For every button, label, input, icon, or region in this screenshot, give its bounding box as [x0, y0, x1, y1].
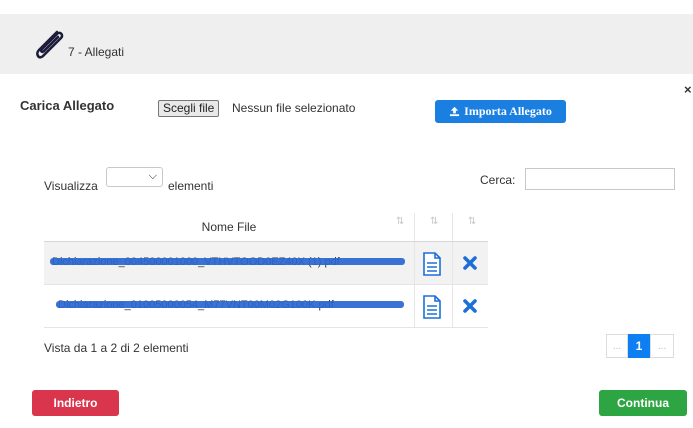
attachments-table: Nome File ⇅ ⇅ ⇅ Dichiarazione_0045000010… [44, 213, 488, 328]
show-entries-label: Visualizza [44, 179, 98, 193]
import-attachment-button[interactable]: Importa Allegato [435, 100, 566, 123]
upload-icon [450, 106, 460, 117]
pagination-page-1[interactable]: 1 [628, 334, 650, 358]
delete-icon[interactable] [462, 255, 478, 271]
column-divider [414, 242, 415, 284]
delete-icon[interactable] [462, 298, 478, 314]
close-icon[interactable]: × [684, 82, 692, 97]
choose-file-button[interactable]: Scegli file [158, 100, 220, 117]
pagination-previous[interactable]: ... [606, 334, 628, 358]
upload-label: Carica Allegato [20, 98, 115, 113]
back-button[interactable]: Indietro [32, 390, 119, 416]
sort-icon[interactable]: ⇅ [430, 216, 438, 227]
pagination: ... 1 ... [606, 334, 674, 358]
table-row: Dichiarazione_01005000054_M77VNT00M02G10… [44, 285, 488, 328]
redaction-bar [50, 258, 405, 265]
page-title: 7 - Allegati [68, 45, 125, 59]
sort-icon[interactable]: ⇅ [396, 216, 404, 227]
file-status-text: Nessun file selezionato [232, 101, 356, 115]
view-document-icon[interactable] [422, 252, 442, 276]
pagination-next[interactable]: ... [650, 334, 674, 358]
search-input[interactable] [525, 168, 675, 190]
modal-header [0, 14, 693, 74]
redaction-bar [56, 301, 404, 308]
entries-length-select[interactable]: ⌵ [106, 167, 163, 187]
column-divider [414, 285, 415, 327]
table-row: Dichiarazione_004500001000_VTHVTOOD0EZ40… [44, 242, 488, 285]
entries-suffix-label: elementi [168, 179, 214, 193]
paperclip-icon [36, 30, 64, 59]
table-header: Nome File ⇅ ⇅ ⇅ [44, 213, 488, 242]
column-divider [452, 285, 453, 327]
continue-button[interactable]: Continua [599, 390, 687, 416]
view-document-icon[interactable] [422, 295, 442, 319]
import-button-label: Importa Allegato [464, 104, 552, 118]
sort-icon[interactable]: ⇅ [468, 216, 476, 227]
search-label: Cerca: [480, 173, 516, 187]
chevron-down-icon: ⌵ [148, 170, 157, 182]
column-header-file-name[interactable]: Nome File [44, 213, 414, 241]
table-info-text: Vista da 1 a 2 di 2 elementi [44, 341, 189, 355]
column-divider [452, 242, 453, 284]
